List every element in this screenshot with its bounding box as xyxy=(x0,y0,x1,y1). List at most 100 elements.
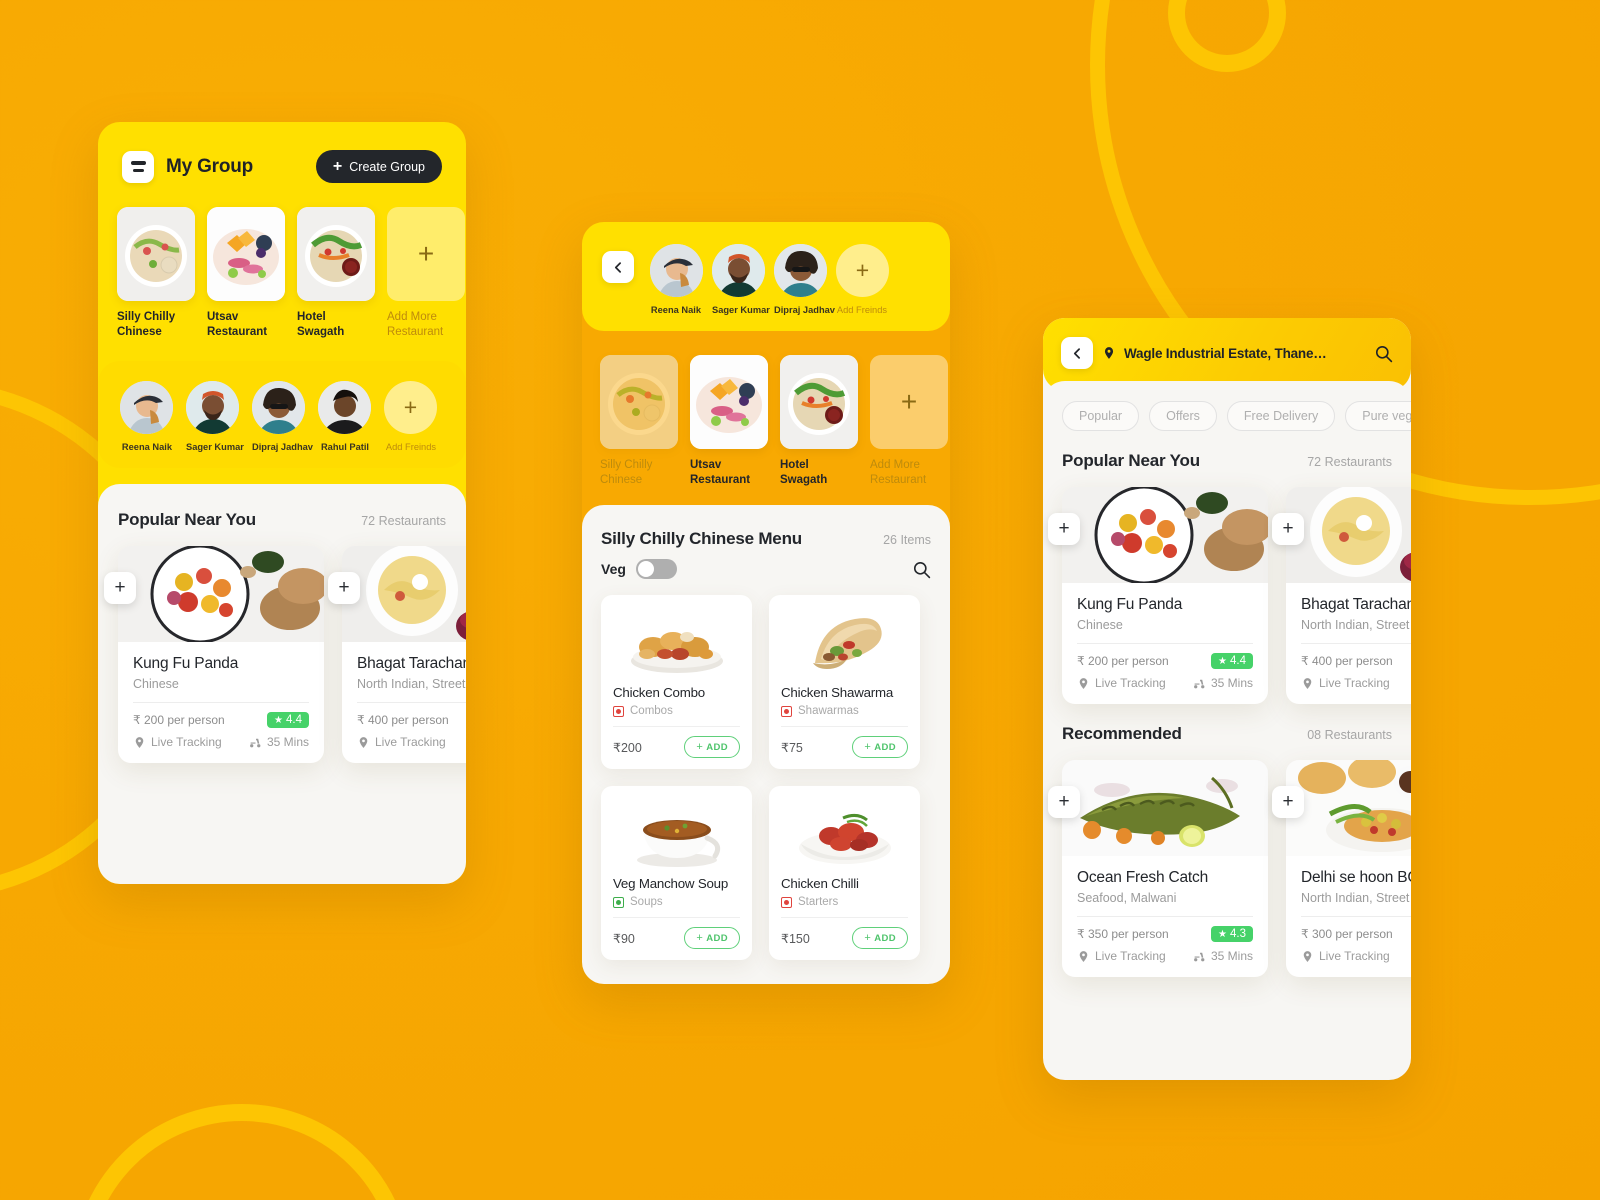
friend-label: Dipraj Jadhav xyxy=(252,442,313,453)
add-item-button[interactable]: + ADD xyxy=(852,736,908,759)
section-header-popular: Popular Near You 72 Restaurants xyxy=(118,510,446,530)
live-tracking-label: Live Tracking xyxy=(1095,949,1166,963)
rating-value: 4.3 xyxy=(1230,928,1246,940)
restaurant-card-bhagat-tarachand[interactable]: + Bhagat Tarachand North Indian, Street … xyxy=(328,546,466,764)
restaurant-card-kung-fu-panda[interactable]: + Kung Fu Panda Chinese ₹ 200 per person… xyxy=(1048,487,1268,704)
hamburger-bar-2 xyxy=(132,168,144,172)
friend-reena-naik[interactable]: Reena Naik xyxy=(650,244,703,315)
menu-friends-strip: Reena Naik Sager Kumar Dipraj Jadhav + A… xyxy=(650,244,889,315)
add-item-button[interactable]: + ADD xyxy=(852,927,908,950)
menu-topbar: Reena Naik Sager Kumar Dipraj Jadhav + A… xyxy=(582,222,950,331)
restaurant-meta-row: Live Tracking 35 Mins xyxy=(1077,676,1253,690)
restaurant-chip-hotel-swagath[interactable]: Hotel Swagath xyxy=(780,355,858,487)
menu-item-chicken-chilli[interactable]: Chicken Chilli Starters ₹150 + ADD xyxy=(769,786,920,961)
restaurant-chip-utsav-restaurant[interactable]: Utsav Restaurant xyxy=(690,355,768,487)
decorative-ring-bottom-left xyxy=(72,1104,412,1200)
location-pin-icon xyxy=(1077,677,1090,690)
restaurant-chip-silly-chilly-chinese[interactable]: Silly Chilly Chinese xyxy=(600,355,678,487)
back-button[interactable] xyxy=(602,251,634,283)
location-selector[interactable]: Wagle Industrial Estate, Thane… xyxy=(1102,344,1327,362)
back-button[interactable] xyxy=(1061,337,1093,369)
restaurant-card-body: Bhagat Tarachand North Indian, Street Fo… xyxy=(342,642,466,763)
restaurant-thumbnail xyxy=(297,207,375,301)
plus-icon: + xyxy=(696,741,704,754)
filter-chip-offers[interactable]: Offers xyxy=(1149,401,1217,431)
scooter-icon xyxy=(1193,677,1206,690)
add-more-restaurant-button[interactable]: + Add More Restaurant xyxy=(870,355,948,487)
friend-reena-naik[interactable]: Reena Naik xyxy=(120,381,174,452)
avatar xyxy=(650,244,703,297)
restaurant-chip-utsav-restaurant[interactable]: Utsav Restaurant xyxy=(207,207,285,339)
screen-my-group: My Group + Create Group Silly Chilly Chi… xyxy=(98,122,466,884)
add-to-group-icon[interactable]: + xyxy=(328,572,360,605)
restaurant-card-body: Kung Fu Panda Chinese ₹ 200 per person ★… xyxy=(118,642,324,763)
menu-item-chicken-combo[interactable]: Chicken Combo Combos ₹200 + ADD xyxy=(601,595,752,770)
restaurant-chip-silly-chilly-chinese[interactable]: Silly Chilly Chinese xyxy=(117,207,195,339)
add-friends-button[interactable]: + Add Freinds xyxy=(384,381,438,452)
group-restaurant-strip[interactable]: Silly Chilly Chinese Utsav Restaurant Ho… xyxy=(98,183,466,339)
add-to-group-icon[interactable]: + xyxy=(104,572,136,605)
filter-chip-free-delivery[interactable]: Free Delivery xyxy=(1226,401,1336,431)
live-tracking: Live Tracking xyxy=(1301,676,1390,690)
filter-chip-popular[interactable]: Popular xyxy=(1062,401,1140,431)
restaurant-card-ocean-fresh-catch[interactable]: + Ocean Fresh Catch Seafood, Malwani ₹ 3… xyxy=(1048,760,1268,977)
avatar xyxy=(186,381,239,435)
add-item-button[interactable]: + ADD xyxy=(684,736,740,759)
scooter-icon xyxy=(249,736,262,749)
restaurant-price-row: ₹ 350 per person ★ 4.3 xyxy=(1077,926,1253,942)
friend-sager-kumar[interactable]: Sager Kumar xyxy=(712,244,770,315)
add-to-group-icon[interactable]: + xyxy=(1048,513,1080,545)
friend-rahul-patil[interactable]: Rahul Patil xyxy=(318,381,372,452)
friend-dipraj-jadhav[interactable]: Dipraj Jadhav xyxy=(774,244,835,315)
restaurant-cuisine: Seafood, Malwani xyxy=(1077,891,1177,905)
menu-item-footer: ₹75 + ADD xyxy=(781,727,908,769)
plus-icon: + xyxy=(387,207,465,301)
menu-item-category: Combos xyxy=(630,705,673,718)
menu-item-category: Shawarmas xyxy=(798,705,859,718)
hamburger-icon[interactable] xyxy=(122,150,154,183)
live-tracking-label: Live Tracking xyxy=(151,735,222,750)
restaurant-chip-hotel-swagath[interactable]: Hotel Swagath xyxy=(297,207,375,339)
veg-filter-toggle[interactable] xyxy=(635,559,677,580)
page-title: My Group xyxy=(166,155,254,177)
restaurant-name: Kung Fu Panda xyxy=(133,655,239,673)
filter-chip-pure-veg[interactable]: Pure veg xyxy=(1345,401,1411,431)
menu-restaurant-strip[interactable]: Silly Chilly Chinese Utsav Restaurant Ho… xyxy=(582,331,950,487)
add-item-label: ADD xyxy=(874,932,896,944)
restaurant-chip-label: Silly Chilly Chinese xyxy=(117,311,176,338)
menu-item-veg-manchow-soup[interactable]: Veg Manchow Soup Soups ₹90 + ADD xyxy=(601,786,752,961)
add-item-label: ADD xyxy=(874,741,896,753)
add-to-group-icon[interactable]: + xyxy=(1048,786,1080,818)
restaurant-card-image xyxy=(1286,487,1411,583)
menu-item-price: ₹75 xyxy=(781,740,803,755)
friend-label: Reena Naik xyxy=(121,442,173,453)
friend-dipraj-jadhav[interactable]: Dipraj Jadhav xyxy=(252,381,313,453)
friend-label: Rahul Patil xyxy=(320,442,370,453)
section-header-recommended: Recommended 08 Restaurants xyxy=(1062,724,1411,744)
status-badge-rating: ★ 4.4 xyxy=(267,712,309,729)
add-more-restaurant-button[interactable]: + Add More Restaurant xyxy=(387,207,465,339)
menu-item-chicken-shawarma[interactable]: Chicken Shawarma Shawarmas ₹75 + ADD xyxy=(769,595,920,770)
create-group-button[interactable]: + Create Group xyxy=(315,150,442,183)
add-to-group-icon[interactable]: + xyxy=(1272,513,1304,545)
restaurant-card-bhagat-tarachand[interactable]: + Bhagat Tarachand North Indian, Street … xyxy=(1272,487,1411,704)
restaurant-card-delhi-se-hoon-bc[interactable]: + Delhi se hoon BC North Indian, Street … xyxy=(1272,760,1411,977)
menu-item-price: ₹150 xyxy=(781,931,810,946)
divider xyxy=(1077,643,1253,644)
search-icon[interactable] xyxy=(1374,344,1393,363)
star-icon: ★ xyxy=(274,714,283,726)
avatar xyxy=(120,381,173,435)
friend-sager-kumar[interactable]: Sager Kumar xyxy=(186,381,244,452)
live-tracking: Live Tracking xyxy=(1301,949,1390,963)
explore-body: Popular Offers Free Delivery Pure veg Po… xyxy=(1043,381,1411,977)
screen-explore: Wagle Industrial Estate, Thane… Popular … xyxy=(1043,318,1411,1080)
add-friends-button[interactable]: + Add Freinds xyxy=(836,244,889,315)
search-icon[interactable] xyxy=(912,560,931,579)
restaurant-thumbnail xyxy=(690,355,768,449)
status-badge-rating: ★ 4.3 xyxy=(1211,926,1253,942)
nonveg-mark-icon xyxy=(781,896,792,908)
restaurant-card-kung-fu-panda[interactable]: + Kung Fu Panda Chinese ₹ 200 per person… xyxy=(104,546,324,764)
add-to-group-icon[interactable]: + xyxy=(1272,786,1304,818)
live-tracking: Live Tracking xyxy=(357,735,446,749)
add-item-button[interactable]: + ADD xyxy=(684,927,740,950)
